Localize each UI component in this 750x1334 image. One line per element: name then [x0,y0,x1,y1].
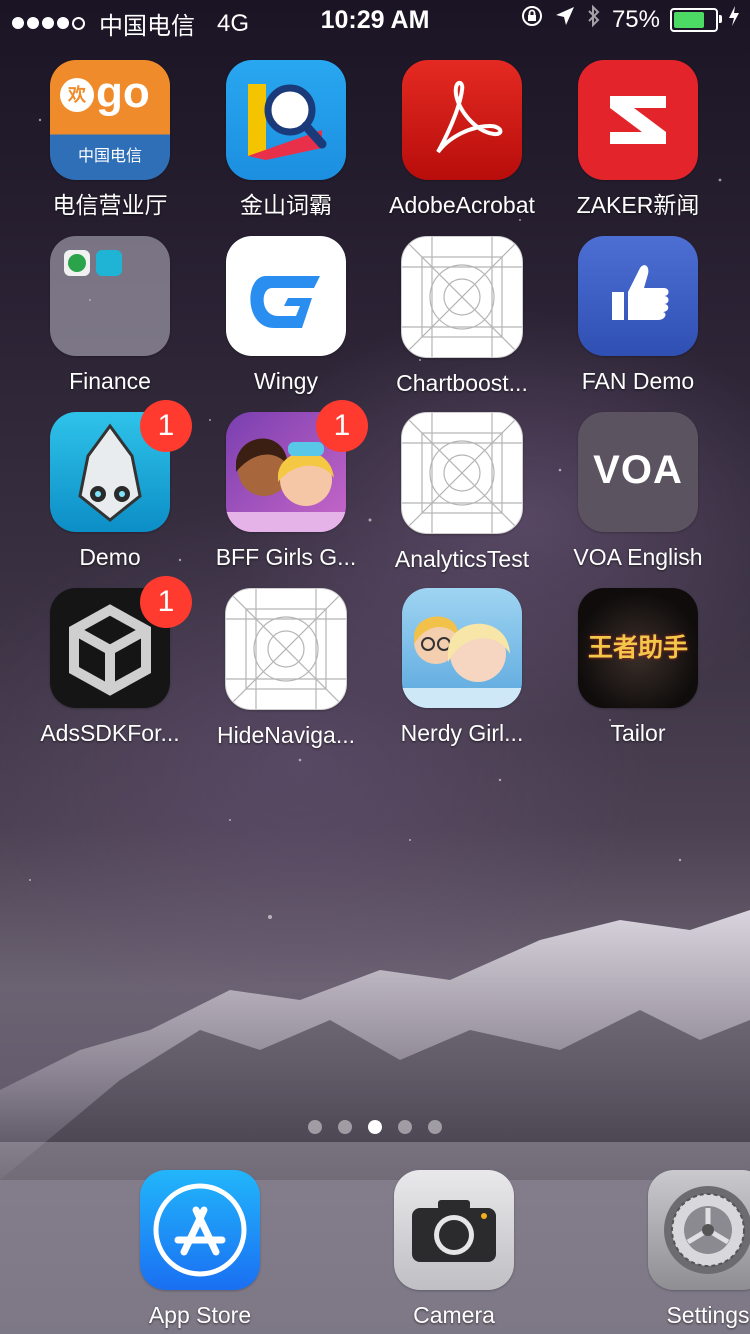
page-dot[interactable] [368,1120,382,1134]
app-settings[interactable]: Settings [608,1170,750,1328]
settings-gear-icon [648,1170,750,1290]
app-nerdy-girl[interactable]: Nerdy Girl... [374,588,550,764]
app-label: Tailor [610,720,666,746]
app-label: BFF Girls G... [215,544,357,570]
app-camera[interactable]: Camera [354,1170,554,1328]
dock: App Store Camera Settings [0,1142,750,1334]
status-bar: 中国电信 4G 10:29 AM 75% [0,0,750,40]
folder-finance[interactable]: Finance [22,236,198,412]
location-arrow-icon [554,5,576,34]
dock-apps: App Store Camera Settings [100,1170,750,1328]
wingy-icon [226,236,346,356]
placeholder-grid-icon [401,412,523,534]
bluetooth-icon [586,4,602,35]
app-adobe-acrobat[interactable]: AdobeAcrobat [374,60,550,236]
page-dot[interactable] [428,1120,442,1134]
voa-icon: VOA [578,412,698,532]
app-label: Wingy [254,368,318,394]
charging-bolt-icon [728,5,740,34]
acrobat-icon [402,60,522,180]
folder-icon [50,236,170,356]
battery-percent: 75% [611,5,660,33]
app-jinshan-ciba[interactable]: 金山词霸 [198,60,374,236]
dictionary-magnifier-icon [226,60,346,180]
page-dot[interactable] [398,1120,412,1134]
app-demo[interactable]: 1 Demo [22,400,198,588]
app-fan-demo[interactable]: FAN Demo [550,236,726,412]
telecom-icon: 欢 go 中国电信 [50,60,170,180]
status-right: 75% [520,4,740,35]
app-telecom[interactable]: 欢 go 中国电信 电信营业厅 [22,60,198,236]
notification-badge: 1 [140,576,192,628]
app-bff-girls[interactable]: 1 BFF Girls G... [198,400,374,588]
placeholder-grid-icon [225,588,347,710]
app-hide-navigation[interactable]: HideNaviga... [198,588,374,764]
app-label: App Store [148,1302,252,1328]
app-label: VOA English [573,544,703,570]
app-label: ZAKER新闻 [576,192,700,218]
battery-fill [674,11,704,28]
battery-icon [670,7,722,32]
app-label: Finance [69,368,151,394]
app-row-3: 1 Demo 1 BFF Girls G... AnalyticsTest VO… [22,400,728,588]
notification-badge: 1 [316,400,368,452]
app-label: 金山词霸 [240,192,332,218]
app-label: Demo [79,544,141,570]
app-store-icon [140,1170,260,1290]
page-indicator[interactable] [0,1120,750,1134]
page-dot[interactable] [308,1120,322,1134]
zaker-icon [578,60,698,180]
page-dot[interactable] [338,1120,352,1134]
app-label: FAN Demo [581,368,695,394]
placeholder-grid-icon [401,236,523,358]
app-label: 电信营业厅 [52,192,168,218]
app-analytics-test[interactable]: AnalyticsTest [374,412,550,588]
app-label: AdobeAcrobat [389,192,535,218]
app-row-1: 欢 go 中国电信 电信营业厅 金山词霸 AdobeAcrobat ZAKER新… [22,60,728,236]
tailor-icon: 王者助手 [578,588,698,708]
app-row-2: Finance Wingy Chartboost... FAN Demo [22,236,728,412]
app-chartboost[interactable]: Chartboost... [374,236,550,412]
app-label: Camera [413,1302,495,1328]
app-tailor[interactable]: 王者助手 Tailor [550,588,726,764]
thumbs-up-icon [578,236,698,356]
rotation-lock-icon [520,4,544,35]
app-ads-sdk[interactable]: 1 AdsSDKFor... [22,576,198,764]
app-label: AnalyticsTest [394,546,530,572]
app-row-4: 1 AdsSDKFor... HideNaviga... Nerdy Girl.… [22,576,728,764]
app-label: Nerdy Girl... [400,720,524,746]
camera-icon [394,1170,514,1290]
app-label: AdsSDKFor... [40,720,180,746]
app-zaker[interactable]: ZAKER新闻 [550,60,726,236]
nerdy-girl-icon [402,588,522,708]
notification-badge: 1 [140,400,192,452]
app-wingy[interactable]: Wingy [198,236,374,412]
app-app-store[interactable]: App Store [100,1170,300,1328]
app-label: Chartboost... [396,370,528,396]
home-screen-grid: 欢 go 中国电信 电信营业厅 金山词霸 AdobeAcrobat ZAKER新… [22,60,728,764]
app-label: HideNaviga... [216,722,356,748]
app-label: Settings [666,1302,750,1328]
mountain-background [0,910,750,1180]
app-voa-english[interactable]: VOA VOA English [550,412,726,588]
